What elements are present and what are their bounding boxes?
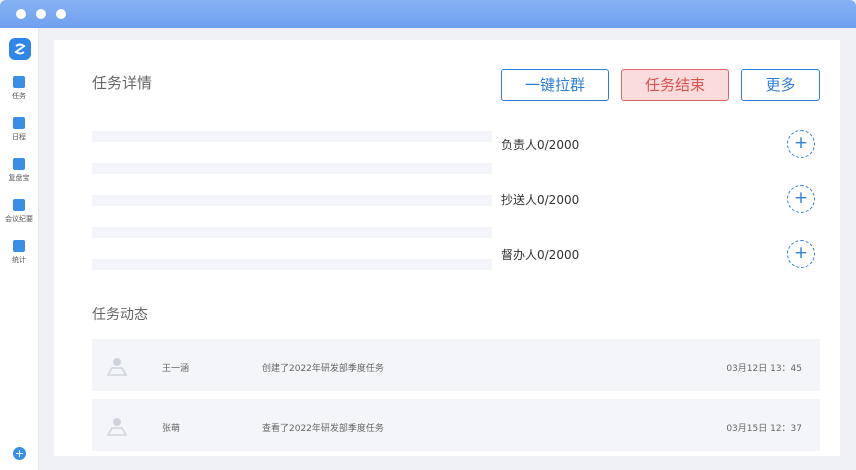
sidebar-item-label: 任务 — [12, 92, 26, 100]
cc-count: 抄送人0/2000 — [501, 193, 580, 207]
activity-description: 创建了2022年研发部季度任务 — [262, 364, 384, 374]
avatar-icon — [106, 418, 128, 436]
activity-title: 任务动态 — [92, 307, 148, 323]
minutes-icon — [13, 199, 25, 211]
sidebar-item-stats[interactable]: 统计 — [0, 240, 38, 265]
avatar-icon — [106, 358, 128, 376]
task-icon — [13, 76, 25, 88]
sidebar-item-label: 统计 — [12, 256, 26, 264]
more-button[interactable]: 更多 — [741, 69, 820, 101]
review-icon — [13, 158, 25, 170]
sidebar-item-calendar[interactable]: 日程 — [0, 117, 38, 142]
minimize-dot[interactable] — [36, 9, 46, 19]
placeholder-bar — [92, 131, 492, 142]
close-dot[interactable] — [16, 9, 26, 19]
page-title: 任务详情 — [92, 74, 153, 92]
task-detail-panel: 任务详情 一键拉群 任务结束 更多 负责人0/2000 抄送人0/2000 督办… — [54, 40, 840, 456]
calendar-icon — [13, 117, 25, 129]
add-supervisor-icon[interactable]: + — [787, 240, 815, 268]
activity-user-name: 张萌 — [162, 424, 181, 434]
end-task-button[interactable]: 任务结束 — [621, 69, 729, 101]
group-chat-button[interactable]: 一键拉群 — [501, 69, 609, 101]
supervisor-count: 督办人0/2000 — [501, 248, 580, 262]
logo-icon — [14, 43, 26, 55]
placeholder-bar — [92, 227, 492, 238]
add-owner-icon[interactable]: + — [787, 130, 815, 158]
add-cc-icon[interactable]: + — [787, 185, 815, 213]
activity-time: 03月12日 13：45 — [726, 364, 802, 374]
title-bar — [0, 0, 856, 28]
activity-row: 王一涵 创建了2022年研发部季度任务 03月12日 13：45 — [92, 339, 820, 391]
activity-time: 03月15日 12：37 — [726, 424, 802, 434]
add-icon[interactable]: + — [13, 447, 26, 460]
sidebar-item-review[interactable]: 复盘宝 — [0, 158, 38, 183]
sidebar-item-minutes[interactable]: 会议纪要 — [0, 199, 38, 224]
maximize-dot[interactable] — [56, 9, 66, 19]
owner-count: 负责人0/2000 — [501, 138, 580, 152]
placeholder-bar — [92, 163, 492, 174]
app-logo — [9, 38, 31, 60]
placeholder-bar — [92, 259, 492, 270]
sidebar-item-task[interactable]: 任务 — [0, 76, 38, 101]
sidebar: 任务 日程 复盘宝 会议纪要 统计 + — [0, 28, 39, 470]
activity-row: 张萌 查看了2022年研发部季度任务 03月15日 12：37 — [92, 399, 820, 451]
sidebar-item-label: 日程 — [12, 133, 26, 141]
sidebar-item-label: 会议纪要 — [5, 215, 33, 223]
sidebar-item-label: 复盘宝 — [8, 174, 30, 182]
placeholder-bar — [92, 195, 492, 206]
activity-description: 查看了2022年研发部季度任务 — [262, 424, 384, 434]
app-window: 任务 日程 复盘宝 会议纪要 统计 + 任务详情 一键拉群 任务结束 更多 负责… — [0, 0, 856, 470]
activity-user-name: 王一涵 — [162, 364, 190, 374]
stats-icon — [13, 240, 25, 252]
